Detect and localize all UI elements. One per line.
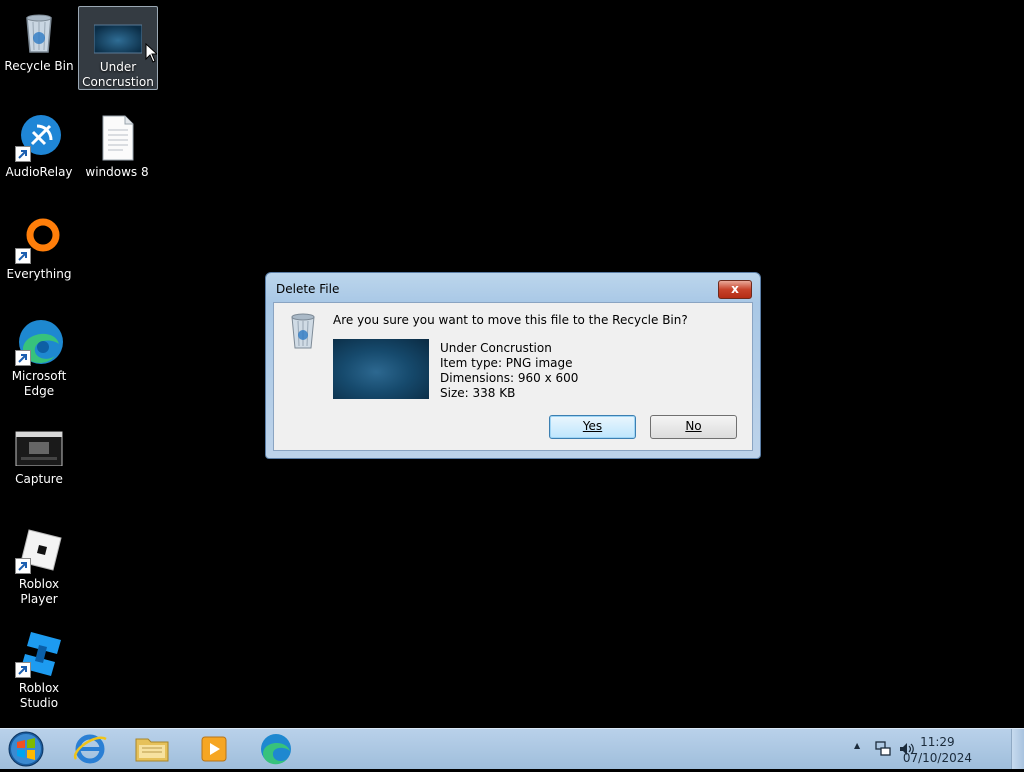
desktop-icon-capture[interactable]: Capture xyxy=(0,426,78,487)
shortcut-arrow-icon xyxy=(15,248,31,264)
internet-explorer-icon xyxy=(73,734,107,764)
shortcut-arrow-icon xyxy=(15,350,31,366)
clock-date: 07/10/2024 xyxy=(902,751,972,765)
recycle-bin-icon xyxy=(15,8,63,56)
clock-time: 11:29 xyxy=(920,735,955,749)
close-button[interactable]: x xyxy=(718,280,752,299)
yes-button[interactable]: Yes xyxy=(549,415,636,439)
desktop-icon-label: windows 8 xyxy=(85,165,149,179)
taskbar-media-player[interactable] xyxy=(190,731,238,767)
file-item-type: Item type: PNG image xyxy=(440,356,573,370)
close-icon: x xyxy=(731,282,739,296)
image-thumbnail-icon xyxy=(93,21,143,57)
media-player-icon xyxy=(201,736,227,762)
network-icon[interactable] xyxy=(874,740,892,758)
mouse-cursor-icon xyxy=(145,43,157,63)
shortcut-arrow-icon xyxy=(15,146,31,162)
desktop-icon-label: Capture xyxy=(15,472,63,486)
file-dimensions: Dimensions: 960 x 600 xyxy=(440,371,579,385)
taskbar: ▲ 11:29 07/10/2024 xyxy=(0,728,1024,769)
desktop-icon-label: Recycle Bin xyxy=(4,59,74,73)
desktop-icon-label: Microsoft Edge xyxy=(11,369,67,398)
show-hidden-icons-chevron-icon[interactable]: ▲ xyxy=(854,741,860,750)
desktop-icon-everything[interactable]: Everything xyxy=(0,216,78,282)
confirmation-question: Are you sure you want to move this file … xyxy=(333,313,688,327)
recycle-bin-icon xyxy=(288,311,318,353)
text-document-icon xyxy=(93,114,141,162)
file-name: Under Concrustion xyxy=(440,341,552,355)
desktop-icon-label: Roblox Player xyxy=(18,577,60,606)
desktop-icon-label: Under Concrustion xyxy=(82,60,154,89)
everything-search-icon xyxy=(15,216,63,264)
desktop-icon-roblox-studio[interactable]: Roblox Studio xyxy=(0,630,78,711)
file-size: Size: 338 KB xyxy=(440,386,516,400)
desktop-icon-recycle-bin[interactable]: Recycle Bin xyxy=(0,8,78,74)
edge-icon xyxy=(15,318,63,366)
desktop-icon-label: AudioRelay xyxy=(5,165,73,179)
desktop-icon-roblox-player[interactable]: Roblox Player xyxy=(0,526,78,607)
file-explorer-icon xyxy=(135,738,169,762)
delete-file-dialog: Delete File x Are you sure you want to m… xyxy=(265,272,761,459)
start-button[interactable] xyxy=(6,730,46,768)
audiorelay-icon xyxy=(15,114,63,162)
desktop-icon-microsoft-edge[interactable]: Microsoft Edge xyxy=(0,318,78,399)
capture-thumbnail-icon xyxy=(15,426,63,467)
edge-icon xyxy=(261,734,291,765)
taskbar-file-explorer[interactable] xyxy=(128,731,176,767)
no-button[interactable]: No xyxy=(650,415,737,439)
shortcut-arrow-icon xyxy=(15,662,31,678)
shortcut-arrow-icon xyxy=(15,558,31,574)
file-thumbnail xyxy=(333,339,429,399)
roblox-studio-icon xyxy=(15,630,63,678)
desktop-icon-audiorelay[interactable]: AudioRelay xyxy=(0,114,78,180)
taskbar-clock[interactable]: 11:29 07/10/2024 xyxy=(903,734,972,766)
no-button-label: No xyxy=(685,419,702,433)
taskbar-edge[interactable] xyxy=(252,731,300,767)
show-desktop-button[interactable] xyxy=(1011,729,1024,769)
dialog-title: Delete File xyxy=(276,282,340,296)
desktop-icon-windows-8[interactable]: windows 8 xyxy=(78,114,156,180)
desktop-icon-label: Everything xyxy=(6,267,72,281)
desktop-icon-label: Roblox Studio xyxy=(18,681,60,710)
file-info: Under Concrustion Item type: PNG image D… xyxy=(440,341,578,401)
taskbar-internet-explorer[interactable] xyxy=(66,731,114,767)
roblox-player-icon xyxy=(15,526,63,574)
dialog-body: Are you sure you want to move this file … xyxy=(273,302,753,451)
yes-button-label: Yes xyxy=(582,419,603,433)
